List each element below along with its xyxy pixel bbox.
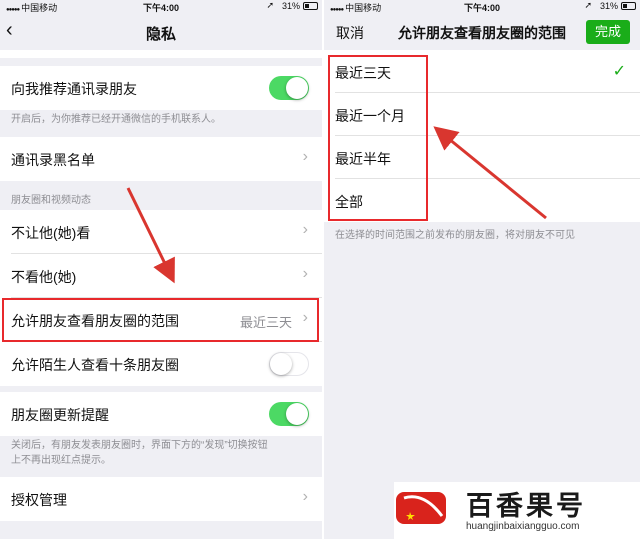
watermark-logo-icon bbox=[396, 492, 446, 524]
watermark-title: 百香果号 bbox=[466, 491, 586, 522]
watermark: 百香果号 huangjinbaixiangguo.com bbox=[394, 482, 640, 539]
annotation-arrow-left bbox=[433, 126, 547, 220]
watermark-url: huangjinbaixiangguo.com bbox=[466, 521, 580, 532]
annotation-arrows bbox=[126, 126, 547, 284]
annotation-arrow-down bbox=[126, 187, 175, 284]
